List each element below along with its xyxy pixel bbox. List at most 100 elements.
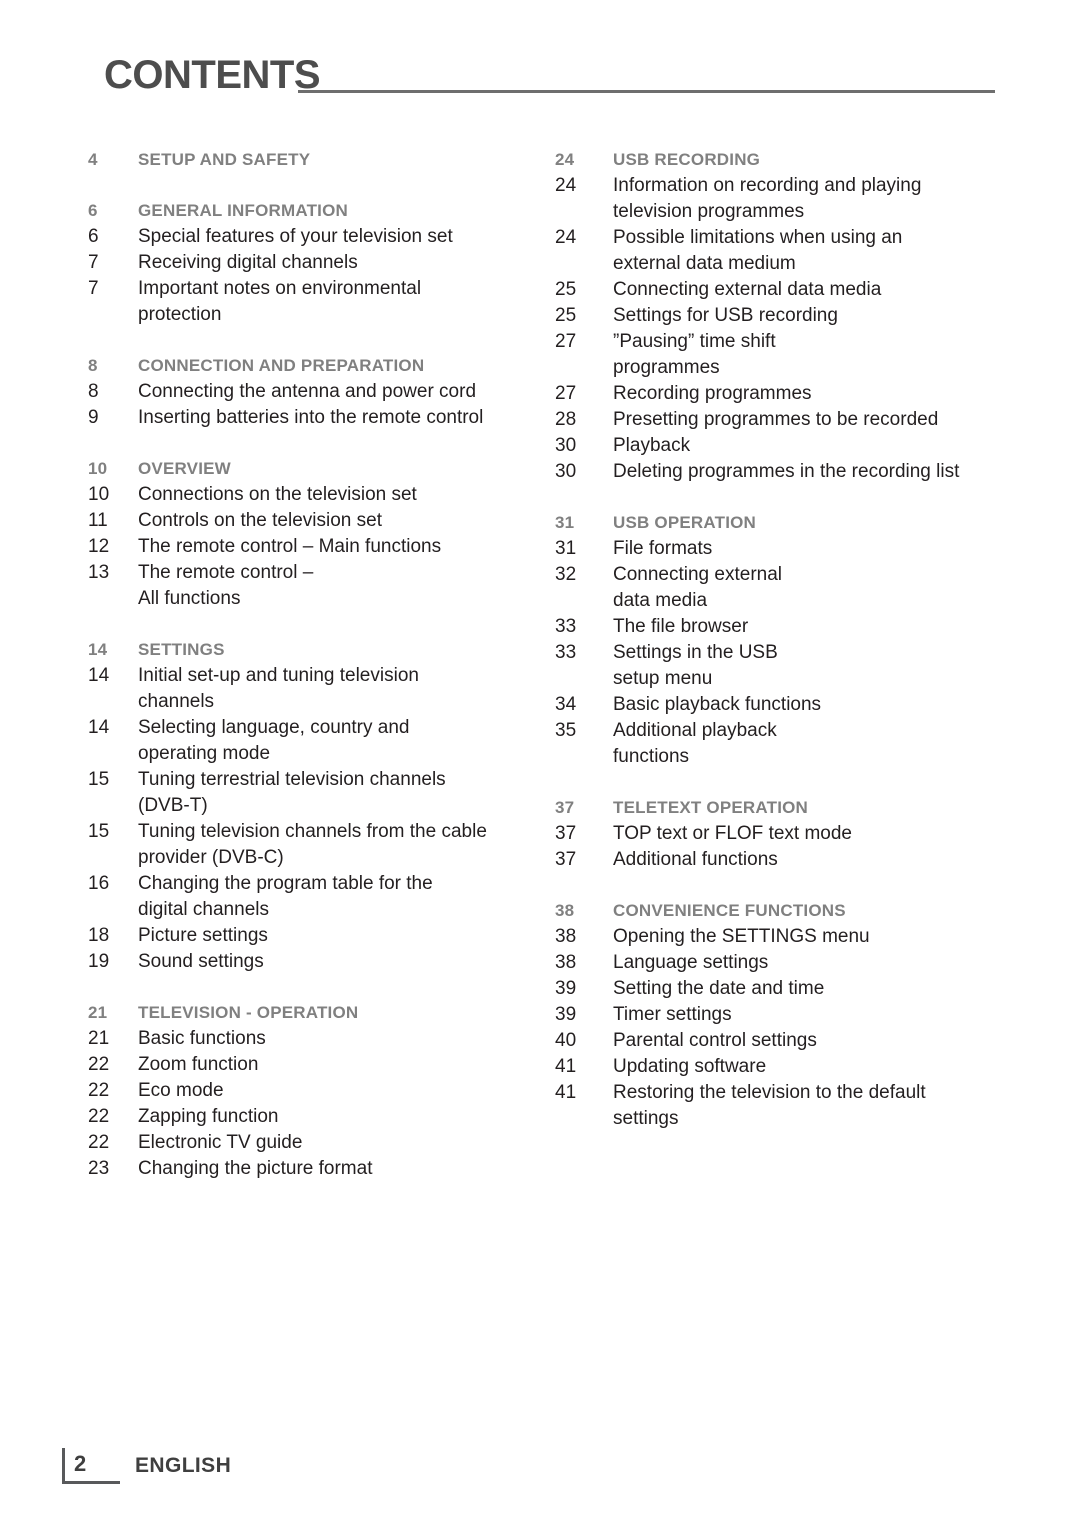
toc-entry[interactable]: 41 Updating software (555, 1054, 1000, 1080)
toc-entry[interactable]: 7 Important notes on environmental protect… (88, 276, 528, 328)
toc-entry[interactable]: 38 Language settings (555, 950, 1000, 976)
toc-section-heading[interactable]: 4 SETUP AND SAFETY (88, 146, 528, 173)
toc-section-heading[interactable]: 21 TELEVISION - OPERATION (88, 999, 528, 1026)
toc-entry[interactable]: 9 Inserting batteries into the remote con… (88, 405, 528, 431)
toc-section-heading[interactable]: 14 SETTINGS (88, 636, 528, 663)
toc-entry[interactable]: 12 The remote control – Main functions (88, 534, 528, 560)
toc-entry-label-line1: Updating software (613, 1056, 767, 1077)
toc-entry[interactable]: 22 Zoom function (88, 1052, 528, 1078)
toc-section-page: 24 (555, 150, 575, 169)
toc-entry[interactable]: 25 Settings for USB recording (555, 303, 1000, 329)
toc-entry-label: Basic playback functions (613, 692, 1000, 718)
toc-entry[interactable]: 13 The remote control – All functions (88, 560, 528, 612)
toc-entry[interactable]: 38 Opening the SETTINGS menu (555, 924, 1000, 950)
toc-entry-page: 14 (88, 717, 110, 738)
toc-entry[interactable]: 39 Timer settings (555, 1002, 1000, 1028)
toc-section-heading[interactable]: 31 USB OPERATION (555, 509, 1000, 536)
toc-entry[interactable]: 6 Special features of your television set (88, 224, 528, 250)
toc-entry[interactable]: 10 Connections on the television set (88, 482, 528, 508)
toc-entry[interactable]: 23 Changing the picture format (88, 1156, 528, 1182)
toc-entry[interactable]: 40 Parental control settings (555, 1028, 1000, 1054)
toc-entry-label: Language settings (613, 950, 1000, 976)
toc-entry[interactable]: 22 Zapping function (88, 1104, 528, 1130)
toc-entry-label-line2: functions (613, 746, 690, 767)
toc-entry-label: Basic functions (138, 1026, 528, 1052)
toc-section-heading[interactable]: 24 USB RECORDING (555, 146, 1000, 173)
toc-entry-label-line1: Additional playback (613, 720, 777, 741)
toc-entry[interactable]: 18 Picture settings (88, 923, 528, 949)
toc-entry-label: Information on recording and playing tele… (613, 173, 1000, 225)
toc-entry[interactable]: 35 Additional playback functions (555, 718, 1000, 770)
toc-section-heading[interactable]: 8 CONNECTION AND PREPARATION (88, 352, 528, 379)
toc-entry[interactable]: 7 Receiving digital channels (88, 250, 528, 276)
toc-entry-label: Possible limitations when using an extern… (613, 225, 1000, 277)
toc-entry-label: Initial set-up and tuning television chan… (138, 663, 528, 715)
toc-entry[interactable]: 33 The file browser (555, 614, 1000, 640)
toc-entry-label: Inserting batteries into the remote cont… (138, 405, 528, 431)
toc-entry-label: ”Pausing” time shift programmes (613, 329, 1000, 381)
toc-entry-label: Special features of your television set (138, 224, 528, 250)
toc-entry[interactable]: 15 Tuning terrestrial television channels… (88, 767, 528, 819)
toc-entry-label-line1: Changing the program table for the (138, 873, 433, 894)
toc-entry[interactable]: 39 Setting the date and time (555, 976, 1000, 1002)
toc-entry-label: Connections on the television set (138, 482, 528, 508)
toc-entry[interactable]: 27 Recording programmes (555, 381, 1000, 407)
toc-entry[interactable]: 30 Playback (555, 433, 1000, 459)
toc-entry[interactable]: 24 Information on recording and playing te… (555, 173, 1000, 225)
toc-entry[interactable]: 30 Deleting programmes in the recording l… (555, 459, 1000, 485)
toc-entry[interactable]: 27 ”Pausing” time shift programmes (555, 329, 1000, 381)
toc-entry-label-line1: The remote control – (138, 562, 314, 583)
toc-section-heading[interactable]: 37 TELETEXT OPERATION (555, 794, 1000, 821)
toc-entry-label: Connecting the antenna and power cord (138, 379, 528, 405)
toc-entry[interactable]: 21 Basic functions (88, 1026, 528, 1052)
toc-entry[interactable]: 24 Possible limitations when using an exte… (555, 225, 1000, 277)
toc-entry[interactable]: 14 Selecting language, country and operati… (88, 715, 528, 767)
footer-language: ENGLISH (135, 1454, 232, 1477)
toc-entry[interactable]: 31 File formats (555, 536, 1000, 562)
toc-section-heading[interactable]: 6 GENERAL INFORMATION (88, 197, 528, 224)
toc-entry[interactable]: 14 Initial set-up and tuning television ch… (88, 663, 528, 715)
header-rule (298, 90, 995, 93)
toc-entry-label-line1: Receiving digital channels (138, 252, 358, 273)
toc-entry-label-line1: Zapping function (138, 1106, 279, 1127)
toc-section-label: GENERAL INFORMATION (138, 201, 348, 220)
toc-entry-label-line1: Basic functions (138, 1028, 266, 1049)
toc-entry-page: 32 (555, 564, 577, 585)
toc-entry-page: 13 (88, 562, 110, 583)
toc-entry[interactable]: 22 Eco mode (88, 1078, 528, 1104)
toc-entry-label: Setting the date and time (613, 976, 1000, 1002)
toc-entry-label-line1: Tuning terrestrial television channels (138, 769, 446, 790)
toc-entry[interactable]: 22 Electronic TV guide (88, 1130, 528, 1156)
toc-entry-label: Selecting language, country and operating… (138, 715, 528, 767)
toc-entry[interactable]: 28 Presetting programmes to be recorded (555, 407, 1000, 433)
toc-entry[interactable]: 19 Sound settings (88, 949, 528, 975)
toc-entry-page: 22 (88, 1106, 110, 1127)
toc-entry[interactable]: 8 Connecting the antenna and power cord (88, 379, 528, 405)
toc-entry-label: Important notes on environmental protecti… (138, 276, 528, 328)
page-number-mark: 2 (62, 1448, 120, 1484)
toc-entry-page: 18 (88, 925, 110, 946)
toc-entry-page: 39 (555, 978, 577, 999)
toc-entry[interactable]: 34 Basic playback functions (555, 692, 1000, 718)
toc-entry-page: 28 (555, 409, 577, 430)
toc-entry-page: 39 (555, 1004, 577, 1025)
toc-section: 6 GENERAL INFORMATION 6 Special features of… (88, 197, 528, 328)
toc-section-heading[interactable]: 10 OVERVIEW (88, 455, 528, 482)
toc-entry-label: The remote control – All functions (138, 560, 528, 612)
toc-entry-label-line1: Parental control settings (613, 1030, 817, 1051)
toc-section-heading[interactable]: 38 CONVENIENCE FUNCTIONS (555, 897, 1000, 924)
page-number: 2 (74, 1451, 87, 1476)
toc-entry[interactable]: 37 TOP text or FLOF text mode (555, 821, 1000, 847)
toc-entry[interactable]: 37 Additional functions (555, 847, 1000, 873)
toc-entry[interactable]: 33 Settings in the USB setup menu (555, 640, 1000, 692)
toc-entry-label: Changing the picture format (138, 1156, 528, 1182)
toc-entry[interactable]: 41 Restoring the television to the defaul… (555, 1080, 1000, 1132)
toc-entry[interactable]: 11 Controls on the television set (88, 508, 528, 534)
toc-entry[interactable]: 32 Connecting external data media (555, 562, 1000, 614)
toc-entry[interactable]: 25 Connecting external data media (555, 277, 1000, 303)
toc-entry[interactable]: 16 Changing the program table for the digi… (88, 871, 528, 923)
toc-entry-page: 35 (555, 720, 577, 741)
toc-entry[interactable]: 15 Tuning television channels from the ca… (88, 819, 528, 871)
toc-section-label: USB OPERATION (613, 513, 757, 532)
toc-entry-page: 7 (88, 252, 99, 273)
